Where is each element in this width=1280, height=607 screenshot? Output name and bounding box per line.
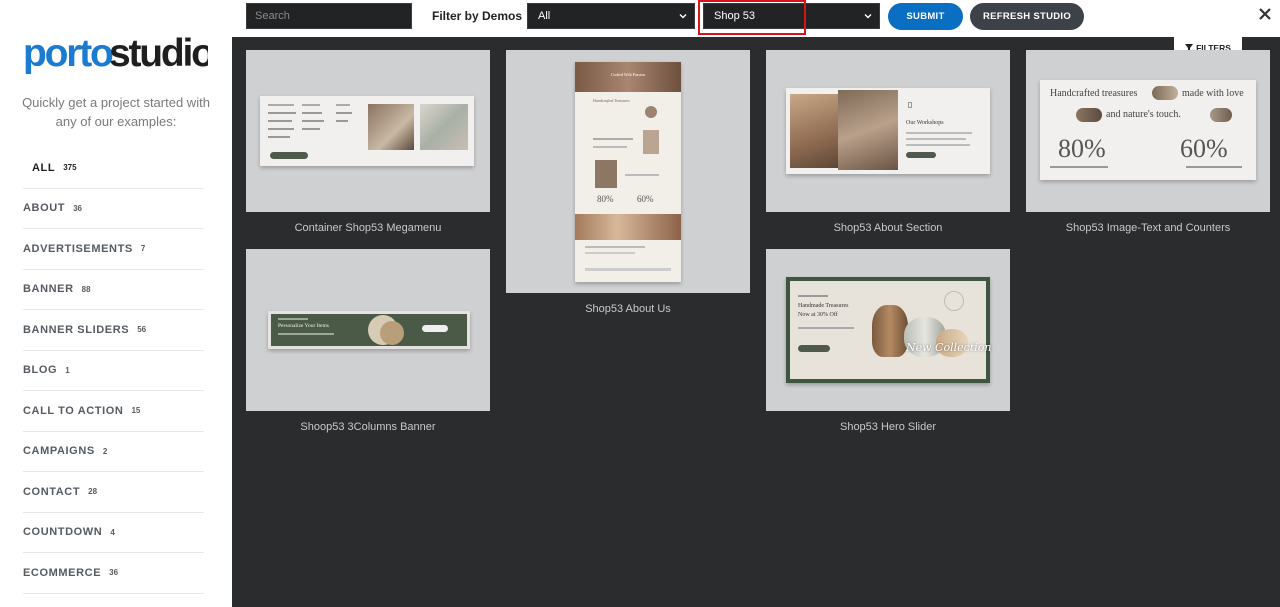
template-title: Shop53 Image-Text and Counters — [1065, 222, 1231, 234]
chevron-down-icon — [864, 14, 872, 19]
thumbnail-preview: Crafted With Passion Handcrafted Treasur… — [575, 62, 681, 282]
svg-text:studio: studio — [109, 32, 208, 75]
category-item-banner[interactable]: BANNER 88 — [23, 270, 204, 310]
template-card[interactable]: Crafted With Passion Handcrafted Treasur… — [506, 50, 750, 320]
svg-text:porto: porto — [23, 32, 113, 75]
thumbnail-preview: Handcrafted treasures made with love and… — [1040, 80, 1256, 180]
search-input[interactable] — [246, 3, 412, 29]
template-title: Container Shop53 Megamenu — [294, 222, 442, 234]
chevron-down-icon — [679, 14, 687, 19]
category-item-about[interactable]: ABOUT 36 — [23, 189, 204, 229]
category-item-blog[interactable]: BLOG 1 — [23, 351, 204, 391]
template-thumbnail: Our Workshops — [766, 50, 1010, 212]
template-card[interactable]: Personalize Your Items Shoop53 3Columns … — [246, 249, 490, 439]
category-count: 28 — [88, 487, 98, 497]
category-item-advertisements[interactable]: ADVERTISEMENTS 7 — [23, 229, 204, 270]
demo-select[interactable]: Shop 53 — [703, 3, 880, 29]
category-list: ALL 375 ABOUT 36 ADVERTISEMENTS 7 BANNER 88 … — [23, 148, 204, 594]
category-label: ABOUT — [23, 202, 66, 215]
category-count: 4 — [110, 527, 115, 537]
template-title: Shop53 About Section — [833, 222, 943, 234]
filter-by-demos-label: Filter by Demos — [432, 9, 523, 23]
template-title: Shop53 About Us — [585, 303, 671, 315]
thumbnail-preview: Handmade Treasures Now at 30% Off New Co… — [786, 277, 991, 383]
template-card[interactable]: Our Workshops Shop53 About Section — [766, 50, 1010, 240]
category-label: BANNER SLIDERS — [23, 323, 130, 336]
template-title: Shoop53 3Columns Banner — [300, 421, 436, 433]
template-thumbnail: Crafted With Passion Handcrafted Treasur… — [506, 50, 750, 293]
thumbnail-preview: Our Workshops — [786, 88, 990, 174]
template-card[interactable]: Container Shop53 Megamenu — [246, 50, 490, 240]
category-item-banner-sliders[interactable]: BANNER SLIDERS 56 — [23, 310, 204, 351]
category-count: 36 — [109, 568, 119, 578]
category-label: ADVERTISEMENTS — [23, 242, 133, 255]
demo-select-value: Shop 53 — [714, 10, 755, 22]
template-thumbnail: Personalize Your Items — [246, 249, 490, 411]
category-label: CALL TO ACTION — [23, 404, 124, 417]
category-select[interactable]: All — [527, 3, 695, 29]
sidebar-tagline: Quickly get a project started with any o… — [22, 95, 210, 129]
template-title: Shop53 Hero Slider — [839, 421, 936, 433]
category-item-countdown[interactable]: COUNTDOWN 4 — [23, 513, 204, 553]
template-card[interactable]: Handmade Treasures Now at 30% Off New Co… — [766, 249, 1010, 439]
thumbnail-preview: Personalize Your Items — [268, 311, 470, 349]
category-count: 1 — [65, 365, 70, 375]
category-count: 7 — [140, 244, 146, 254]
category-item-ecommerce[interactable]: ECOMMERCE 36 — [23, 553, 204, 594]
template-thumbnail — [246, 50, 490, 212]
category-count: 88 — [81, 284, 91, 294]
refresh-studio-button[interactable]: REFRESH STUDIO — [970, 3, 1084, 30]
category-count: 375 — [63, 163, 77, 173]
close-icon[interactable] — [1256, 5, 1274, 23]
category-label: ECOMMERCE — [23, 566, 102, 579]
category-label: CAMPAIGNS — [23, 445, 95, 458]
category-count: 56 — [137, 325, 147, 335]
category-item-campaigns[interactable]: CAMPAIGNS 2 — [23, 432, 204, 472]
category-count: 36 — [73, 203, 83, 213]
category-label: BANNER — [23, 283, 74, 296]
category-count: 2 — [102, 446, 108, 456]
category-label: BLOG — [23, 364, 58, 377]
template-thumbnail: Handmade Treasures Now at 30% Off New Co… — [766, 249, 1010, 411]
category-select-value: All — [538, 10, 551, 22]
category-item-call-to-action[interactable]: CALL TO ACTION 15 — [23, 391, 204, 432]
thumbnail-preview — [260, 96, 474, 166]
category-label: ALL — [32, 161, 56, 174]
submit-button[interactable]: SUBMIT — [888, 3, 963, 30]
category-label: COUNTDOWN — [23, 526, 103, 539]
template-card[interactable]: Handcrafted treasures made with love and… — [1026, 50, 1270, 240]
category-item-contact[interactable]: CONTACT 28 — [23, 472, 204, 513]
template-thumbnail: Handcrafted treasures made with love and… — [1026, 50, 1270, 212]
category-count: 15 — [131, 406, 141, 416]
portostudio-logo: porto studio — [23, 32, 208, 75]
category-item-all[interactable]: ALL 375 — [23, 148, 204, 189]
category-label: CONTACT — [23, 485, 81, 498]
sidebar: porto studio Quickly get a project start… — [0, 0, 232, 607]
